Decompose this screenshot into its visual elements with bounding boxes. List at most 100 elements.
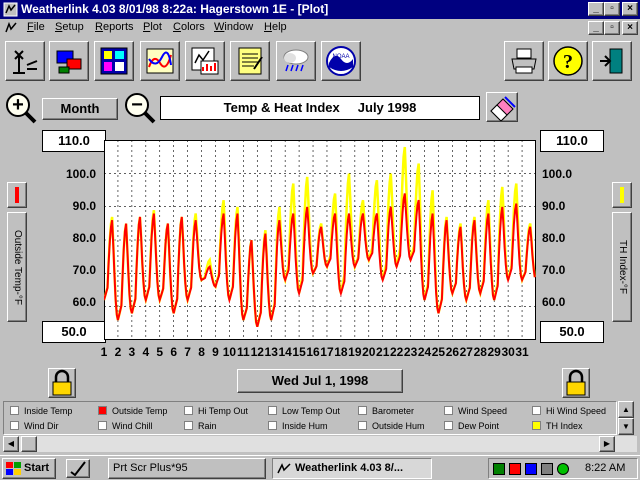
summary-button[interactable] <box>94 41 134 81</box>
eraser-button[interactable] <box>486 92 518 122</box>
menu-window-rest: indow <box>224 21 254 33</box>
windows-logo-icon <box>6 462 21 475</box>
legend-item[interactable]: TH Index <box>532 421 583 431</box>
menu-setup[interactable]: Setup <box>55 21 84 33</box>
legend-checkbox[interactable] <box>98 421 107 430</box>
weather-button[interactable] <box>276 41 316 81</box>
window-title: Weatherlink 4.03 8/01/98 8:22a: Hagersto… <box>21 2 329 16</box>
legend-item[interactable]: Wind Chill <box>98 421 153 431</box>
task-prtscr[interactable]: Prt Scr Plus*95 <box>108 458 266 479</box>
tray-icon-3[interactable] <box>525 463 537 475</box>
right-lock-button[interactable] <box>562 368 590 398</box>
left-lock-button[interactable] <box>48 368 76 398</box>
tray-icon-4[interactable] <box>541 463 553 475</box>
legend-item[interactable]: Barometer <box>358 406 414 416</box>
menu-file[interactable]: File <box>27 21 45 33</box>
right-tick-100: 100.0 <box>542 167 573 181</box>
station-button[interactable] <box>49 41 89 81</box>
horizontal-scrollbar[interactable]: ◀ ▶ <box>3 436 637 452</box>
document-icon[interactable] <box>3 20 19 36</box>
legend-checkbox[interactable] <box>358 421 367 430</box>
legend-item[interactable]: Inside Hum <box>268 421 328 431</box>
zoom-in-symbol: + <box>12 94 24 116</box>
task-weatherlink[interactable]: Weatherlink 4.03 8/... <box>272 458 432 479</box>
exit-button[interactable] <box>592 41 632 81</box>
quicklaunch-button[interactable] <box>66 459 90 478</box>
tray-icon-1[interactable] <box>493 463 505 475</box>
legend-checkbox[interactable] <box>10 421 19 430</box>
legend-checkbox[interactable] <box>532 406 541 415</box>
legend-checkbox[interactable] <box>444 406 453 415</box>
menu-file-key: F <box>27 21 34 33</box>
date-display[interactable]: Wed Jul 1, 1998 <box>237 369 403 393</box>
legend-checkbox[interactable] <box>184 406 193 415</box>
legend-item[interactable]: Low Temp Out <box>268 406 340 416</box>
legend-item[interactable]: Outside Temp <box>98 406 167 416</box>
legend-item[interactable]: Wind Dir <box>10 421 59 431</box>
menu-colors[interactable]: Colors <box>173 21 205 33</box>
legend-checkbox[interactable] <box>98 406 107 415</box>
scroll-left-button[interactable]: ◀ <box>3 436 19 452</box>
menu-reports[interactable]: Reports <box>95 21 134 33</box>
antenna-button[interactable] <box>5 41 45 81</box>
legend-item[interactable]: Rain <box>184 421 217 431</box>
red-series-swatch <box>15 187 19 203</box>
right-axis-max[interactable]: 110.0 <box>540 130 604 152</box>
noaa-icon: NOAA <box>326 46 356 76</box>
graph-report-button[interactable] <box>185 41 225 81</box>
chart-plot-area[interactable] <box>104 140 536 340</box>
legend-checkbox[interactable] <box>444 421 453 430</box>
legend-checkbox[interactable] <box>268 421 277 430</box>
legend-item[interactable]: Wind Speed <box>444 406 507 416</box>
legend-checkbox[interactable] <box>358 406 367 415</box>
right-tick-80: 80.0 <box>542 231 566 245</box>
start-button[interactable]: Start <box>2 458 56 479</box>
legend-item[interactable]: Outside Hum <box>358 421 425 431</box>
scroll-thumb[interactable] <box>21 436 37 452</box>
period-button[interactable]: Month <box>42 98 118 120</box>
legend-item[interactable]: Dew Point <box>444 421 499 431</box>
menu-help[interactable]: Help <box>264 21 287 33</box>
legend-checkbox[interactable] <box>10 406 19 415</box>
scroll-right-button[interactable]: ▶ <box>599 436 615 452</box>
legend-label: Dew Point <box>458 421 500 431</box>
legend-scroll-down[interactable]: ▼ <box>618 418 634 435</box>
noaa-button[interactable]: NOAA <box>321 41 361 81</box>
left-series-button[interactable] <box>7 182 27 208</box>
mdi-minimize-button[interactable]: _ <box>588 21 604 35</box>
tray-icon-5[interactable] <box>557 463 569 475</box>
legend-item[interactable]: Hi Wind Speed <box>532 406 606 416</box>
print-button[interactable] <box>504 41 544 81</box>
exit-door-icon <box>600 48 623 74</box>
mdi-close-button[interactable]: × <box>622 21 638 35</box>
legend-checkbox[interactable] <box>532 421 541 430</box>
menu-help-key: H <box>264 21 272 33</box>
legend-scroll-up[interactable]: ▲ <box>618 401 634 418</box>
tray-icon-2[interactable] <box>509 463 521 475</box>
legend-checkbox[interactable] <box>184 421 193 430</box>
menu-setup-rest: etup <box>62 21 84 33</box>
close-button[interactable]: × <box>622 2 638 16</box>
right-axis-label: TH Index-°F <box>612 212 632 322</box>
menu-reports-rest: eports <box>102 21 134 33</box>
menu-window[interactable]: Window <box>214 21 253 33</box>
menu-plot[interactable]: Plot <box>143 21 162 33</box>
series-legend: Inside Temp Outside Temp Hi Temp Out Low Te… <box>3 401 617 435</box>
right-series-button[interactable] <box>612 182 632 208</box>
zoom-in-button[interactable]: + <box>4 92 38 124</box>
notepad-button[interactable] <box>230 41 270 81</box>
mdi-restore-button[interactable]: ▫ <box>604 21 620 35</box>
maximize-button[interactable]: ▫ <box>604 2 620 16</box>
legend-checkbox[interactable] <box>268 406 277 415</box>
chart-button[interactable] <box>140 41 180 81</box>
task-weatherlink-label: Weatherlink 4.03 8/... <box>295 462 404 474</box>
minimize-button[interactable]: _ <box>588 2 604 16</box>
left-axis-max[interactable]: 110.0 <box>42 130 106 152</box>
zoom-out-button[interactable]: − <box>123 92 157 124</box>
app-icon[interactable] <box>3 2 18 17</box>
legend-item[interactable]: Inside Temp <box>10 406 72 416</box>
legend-item[interactable]: Hi Temp Out <box>184 406 248 416</box>
left-axis-min[interactable]: 50.0 <box>42 321 106 343</box>
help-button[interactable]: ? <box>548 41 588 81</box>
right-axis-min[interactable]: 50.0 <box>540 321 604 343</box>
